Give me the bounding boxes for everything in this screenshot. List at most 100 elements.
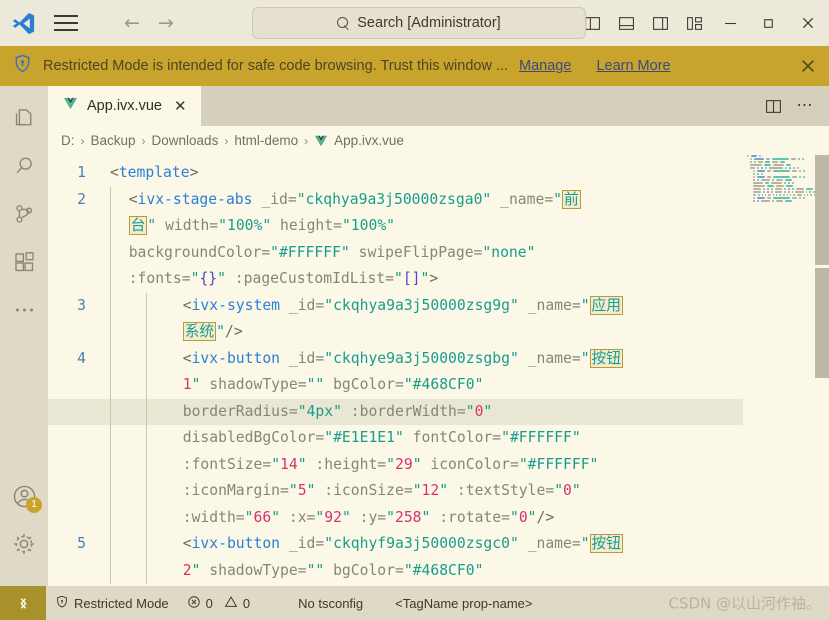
code-line[interactable]: borderRadius="4px" :borderWidth="0" [48,399,743,426]
code-line[interactable]: backgroundColor="#FFFFFF" swipeFlipPage=… [48,240,743,267]
sidebar-item-explorer[interactable] [0,94,48,142]
indent-guide [146,399,182,426]
minimap-token [784,188,786,190]
sidebar-item-search[interactable] [0,142,48,190]
minimize-button[interactable] [711,0,749,46]
code-token-tag: template [119,164,190,181]
line-number [48,266,100,293]
remote-window-button[interactable] [0,586,46,620]
status-tsconfig[interactable]: No tsconfig [289,586,372,620]
sidebar-item-source-control[interactable] [0,190,48,238]
indent-guide [110,452,146,479]
code-line[interactable]: 2" shadowType="" bgColor="#468CF0" [48,558,743,585]
breadcrumb-item-downloads[interactable]: Downloads [152,133,219,148]
minimap-token [761,173,763,175]
code-line[interactable]: 1<template> [48,160,743,187]
minimap-token [784,191,786,193]
code-line[interactable]: :width="66" :x="92" :y="258" :rotate="0"… [48,505,743,532]
close-icon[interactable]: ✕ [171,99,190,114]
toggle-secondary-sidebar-icon[interactable] [643,0,677,46]
minimap-token [798,158,800,160]
line-number: 1 [48,160,100,187]
code-token-num: 14 [280,456,298,473]
tab-app-ivx-vue[interactable]: App.ivx.vue ✕ [48,86,201,126]
maximize-button[interactable] [749,0,787,46]
main-menu-button[interactable] [46,8,86,38]
code-token-str: "" [307,562,325,579]
error-count: 0 [206,596,213,611]
indent-guide [110,213,129,240]
code-line[interactable]: disabledBgColor="#E1E1E1" fontColor="#FF… [48,425,743,452]
close-button[interactable] [787,0,829,46]
code-token-str: " [147,217,156,234]
code-scroll-area[interactable]: 1<template>2 <ivx-stage-abs _id="ckqhya9… [48,155,743,586]
customize-layout-icon[interactable] [677,0,711,46]
code-token-punct: < [183,350,192,367]
minimap-token [753,170,755,172]
learn-more-link[interactable]: Learn More [596,58,670,74]
code-token-attr: iconColor= [422,456,519,473]
minimap-token [761,167,763,169]
code-line[interactable]: 1" shadowType="" bgColor="#468CF0" [48,372,743,399]
search-input[interactable]: Search [Administrator] [252,7,586,39]
status-tagname[interactable]: <TagName prop-name> [386,586,541,620]
code-line[interactable]: :iconMargin="5" :iconSize="12" :textStyl… [48,478,743,505]
vertical-scrollbar[interactable] [815,155,829,586]
code-token-str: " [394,270,403,287]
code-token-str: " [572,482,581,499]
banner-close-icon[interactable] [789,46,827,86]
code-token-num: 0 [519,509,528,526]
minimap-token [750,164,762,166]
breadcrumb-item-drive[interactable]: D: [61,133,75,148]
minimap-token [758,194,759,196]
manage-link[interactable]: Manage [519,58,571,74]
code-line[interactable]: 2 <ivx-stage-abs _id="ckqhya9a3j50000zsg… [48,187,743,214]
code-token-attr: bgColor= [324,376,404,393]
scrollbar-thumb-lower[interactable] [815,268,829,378]
arrow-left-icon[interactable]: ← [124,14,140,33]
code-line[interactable]: :fontSize="14" :height="29" iconColor="#… [48,452,743,479]
minimap-token [792,188,794,190]
code-token-attr: _name= [519,535,581,552]
code-token-str: "#FFFFFF" [501,429,581,446]
code-token-str: " [386,509,395,526]
code-line[interactable]: :fonts="{}" :pageCustomIdList="[]"> [48,266,743,293]
minimap[interactable] [743,155,815,586]
code-line[interactable]: 4 <ivx-button _id="ckqhye9a3j50000zsgbg"… [48,346,743,373]
code-token-attr: borderRadius= [183,403,298,420]
code-token-str: " [413,456,422,473]
sidebar-item-extensions[interactable] [0,238,48,286]
breadcrumb-item-html-demo[interactable]: html-demo [234,133,298,148]
more-actions-icon[interactable]: ⋯ [790,86,820,126]
code-token-str: "#FFFFFF" [270,244,350,261]
minimap-token [787,194,788,196]
minimap-token [799,170,801,172]
minimap-token [788,188,790,190]
code-line[interactable]: 台" width="100%" height="100%" [48,213,743,240]
minimap-token [762,194,763,196]
minimap-token [803,170,805,172]
minimap-token [767,197,771,199]
code-token-tag: ivx-button [192,535,280,552]
code-line[interactable]: 3 <ivx-system _id="ckqhya9a3j50000zsg9g"… [48,293,743,320]
code-line[interactable]: 5 <ivx-button _id="ckqhyf9a3j50000zsgc0"… [48,531,743,558]
sidebar-item-manage-settings[interactable] [0,520,48,568]
code-content[interactable]: 1<template>2 <ivx-stage-abs _id="ckqhya9… [48,155,743,584]
code-token-num: 92 [324,509,342,526]
sidebar-item-accounts[interactable]: 1 [0,472,48,520]
code-token-str: " [510,509,519,526]
code-token-str: "#468CF0" [404,562,484,579]
arrow-right-icon[interactable]: → [158,14,174,33]
minimap-token [753,185,765,187]
indent-guide [110,531,146,558]
scrollbar-thumb[interactable] [815,155,829,265]
breadcrumb-item-backup[interactable]: Backup [91,133,136,148]
breadcrumb-item-file[interactable]: App.ivx.vue [334,133,404,148]
sidebar-item-additional-views[interactable] [0,286,48,334]
status-restricted-mode[interactable]: Restricted Mode [46,586,178,620]
split-editor-icon[interactable] [758,86,788,126]
code-line[interactable]: 系统"/> [48,319,743,346]
toggle-panel-icon[interactable] [609,0,643,46]
code-editor[interactable]: 1<template>2 <ivx-stage-abs _id="ckqhya9… [48,155,829,586]
status-problems[interactable]: 0 0 [178,586,259,620]
